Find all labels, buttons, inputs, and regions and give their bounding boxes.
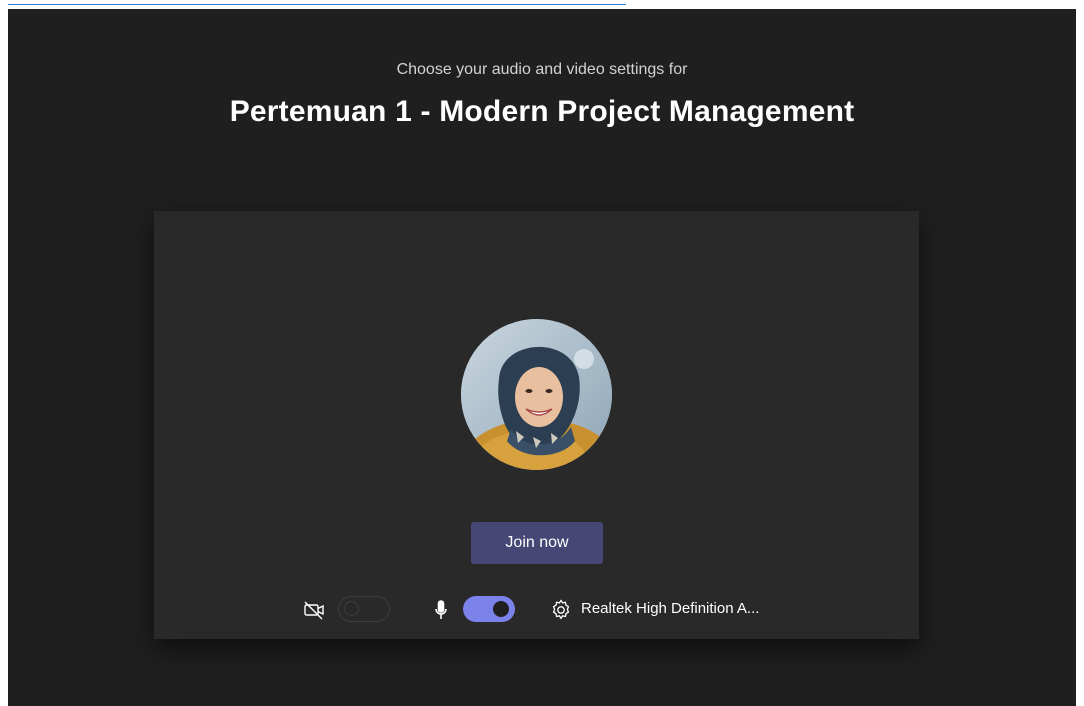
camera-off-icon[interactable] xyxy=(302,598,326,622)
browser-top-strip xyxy=(0,0,1084,9)
device-controls: Realtek High Definition A... xyxy=(154,591,919,627)
url-link-fragment[interactable] xyxy=(8,0,626,5)
join-now-button[interactable]: Join now xyxy=(471,522,603,564)
audio-device-label[interactable]: Realtek High Definition A... xyxy=(581,600,759,617)
video-preview-card: Join now Realtek High Definition A... xyxy=(154,211,919,639)
gear-icon[interactable] xyxy=(549,598,573,622)
microphone-toggle-knob xyxy=(493,601,509,617)
avatar-photo xyxy=(461,319,612,470)
microphone-toggle[interactable] xyxy=(463,596,515,622)
camera-toggle[interactable] xyxy=(338,596,390,622)
meeting-title: Pertemuan 1 - Modern Project Management xyxy=(229,95,855,128)
avatar xyxy=(461,319,612,470)
microphone-icon[interactable] xyxy=(429,598,453,622)
prejoin-subtitle: Choose your audio and video settings for xyxy=(396,61,688,78)
camera-toggle-knob xyxy=(344,601,359,616)
prejoin-screen: Choose your audio and video settings for… xyxy=(8,9,1076,706)
